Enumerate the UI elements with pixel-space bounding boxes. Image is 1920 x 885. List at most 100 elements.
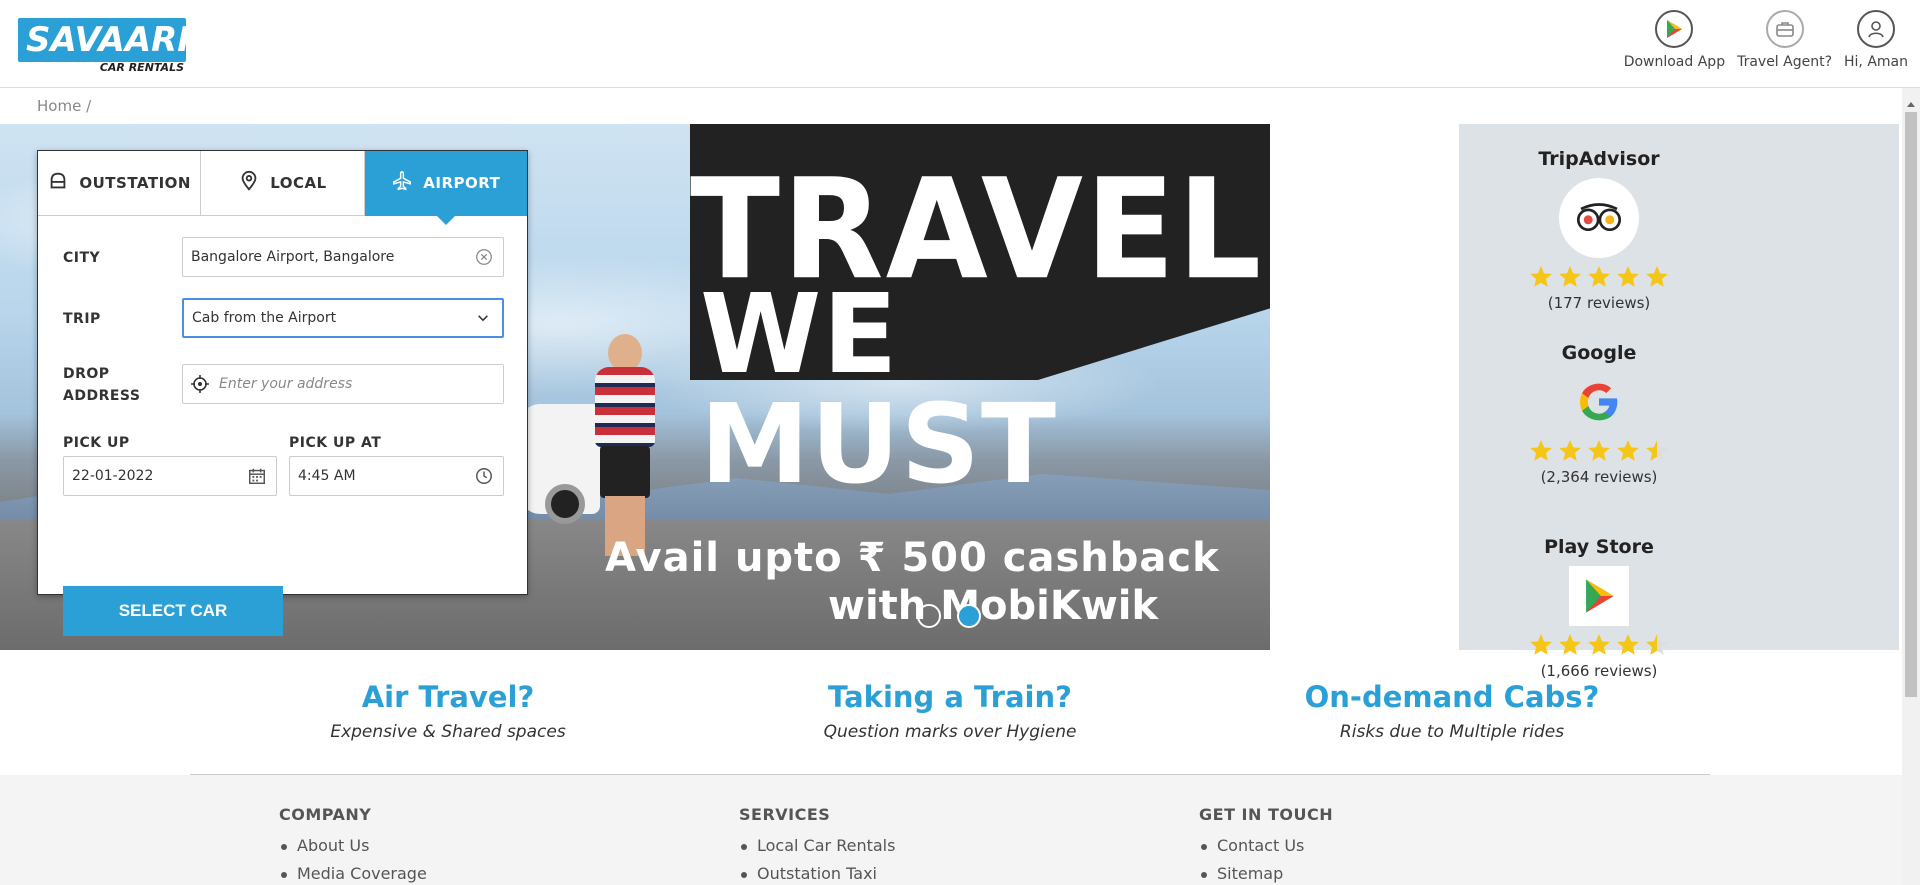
footer-list-company: About Us Media Coverage [279, 836, 427, 883]
footer-link-outstation[interactable]: Outstation Taxi [739, 864, 895, 883]
header-actions: Download App Travel Agent? Hi, Aman [1624, 10, 1908, 70]
banner-promo-line2: with MobiKwik [828, 583, 1159, 629]
footer-link-about[interactable]: About Us [279, 836, 427, 855]
clear-icon[interactable] [473, 246, 495, 268]
pickup-date-field[interactable]: 22-01-2022 [63, 456, 277, 496]
star-icon [1588, 440, 1610, 461]
footer-company: COMPANY About Us Media Coverage [279, 805, 427, 885]
banner-title-line2: WE MUST [700, 270, 1058, 508]
play-store-icon [1569, 566, 1629, 626]
site-footer: COMPANY About Us Media Coverage SERVICES… [0, 775, 1902, 885]
drop-label-line2: ADDRESS [63, 388, 141, 404]
city-label: CITY [63, 250, 101, 266]
star-rating-tripadvisor [1528, 264, 1670, 290]
breadcrumb[interactable]: Home / [37, 97, 91, 115]
tab-local[interactable]: LOCAL [201, 151, 365, 216]
feature-cabs: On-demand Cabs? Risks due to Multiple ri… [1242, 680, 1662, 742]
user-account-link[interactable]: Hi, Aman [1844, 10, 1908, 70]
feature-title-train: Taking a Train? [828, 680, 1072, 714]
trip-select[interactable]: Cab from the Airport [182, 298, 504, 338]
site-header: SAVAARI CAR RENTALS Download App Travel … [0, 0, 1920, 88]
feature-sub-cabs: Risks due to Multiple rides [1339, 722, 1565, 742]
footer-divider [190, 774, 1710, 775]
carousel-dot-2[interactable] [957, 604, 981, 628]
feature-title-air: Air Travel? [361, 680, 535, 714]
logo-wordmark: SAVAARI [18, 18, 190, 62]
download-app-label: Download App [1623, 54, 1726, 70]
star-icon [1617, 440, 1639, 461]
briefcase-icon [1765, 10, 1804, 48]
star-icon [1588, 634, 1610, 655]
calendar-icon [246, 465, 268, 487]
footer-link-media[interactable]: Media Coverage [279, 864, 427, 883]
tab-outstation-label: OUTSTATION [79, 174, 191, 192]
city-value: Bangalore Airport, Bangalore [191, 249, 395, 265]
tab-local-label: LOCAL [270, 174, 327, 192]
scroll-up-arrow-icon[interactable] [1907, 102, 1915, 107]
carousel-dot-1[interactable] [917, 604, 941, 628]
footer-list-contact: Contact Us Sitemap [1199, 836, 1333, 883]
select-car-button[interactable]: SELECT CAR [63, 586, 283, 636]
travel-agent-label: Travel Agent? [1737, 54, 1833, 70]
star-icon [1617, 266, 1639, 287]
tab-airport[interactable]: AIRPORT [364, 151, 527, 225]
star-icon [1588, 266, 1610, 287]
savaari-logo[interactable]: SAVAARI CAR RENTALS [18, 18, 190, 76]
city-field[interactable]: Bangalore Airport, Bangalore [182, 237, 504, 277]
pickup-time-label: PICK UP AT [289, 435, 382, 451]
star-icon [1530, 266, 1552, 287]
feature-sub-air: Expensive & Shared spaces [330, 722, 566, 742]
google-g-icon [1569, 372, 1629, 432]
crosshair-icon[interactable] [189, 373, 211, 395]
footer-link-local[interactable]: Local Car Rentals [739, 836, 895, 855]
feature-title-cabs: On-demand Cabs? [1304, 680, 1600, 714]
logo-subtitle: CAR RENTALS [99, 61, 184, 74]
review-source-tripadvisor: TripAdvisor [1538, 148, 1660, 170]
review-count-tripadvisor: (177 reviews) [1547, 294, 1651, 312]
pickup-time-field[interactable]: 4:45 AM [289, 456, 504, 496]
user-icon [1857, 10, 1895, 48]
star-rating-google [1528, 438, 1670, 464]
chevron-down-icon [472, 307, 494, 329]
half-star-icon [1646, 440, 1668, 461]
airplane-icon [391, 170, 413, 196]
footer-services: SERVICES Local Car Rentals Outstation Ta… [739, 805, 895, 885]
footer-contact: GET IN TOUCH Contact Us Sitemap [1199, 805, 1333, 885]
pickup-date-label: PICK UP [63, 435, 130, 451]
drop-address-field[interactable]: Enter your address [182, 364, 504, 404]
feature-sub-train: Question marks over Hygiene [823, 722, 1077, 742]
pickup-time-value: 4:45 AM [298, 468, 356, 484]
star-icon [1559, 634, 1581, 655]
star-icon [1559, 266, 1581, 287]
star-icon [1617, 634, 1639, 655]
feature-train: Taking a Train? Question marks over Hygi… [740, 680, 1160, 742]
star-icon [1646, 266, 1668, 287]
download-app-link[interactable]: Download App [1624, 10, 1725, 70]
page-scrollbar[interactable] [1902, 88, 1920, 885]
review-playstore: Play Store (1,666 reviews) [1459, 536, 1739, 680]
footer-link-sitemap[interactable]: Sitemap [1199, 864, 1333, 883]
star-rating-playstore [1528, 632, 1670, 658]
drop-address-placeholder: Enter your address [219, 376, 353, 392]
footer-list-services: Local Car Rentals Outstation Taxi [739, 836, 895, 883]
banner-person-shorts [600, 446, 650, 498]
review-google: Google (2,364 reviews) [1459, 342, 1739, 486]
review-source-playstore: Play Store [1544, 536, 1654, 558]
trip-value: Cab from the Airport [192, 310, 337, 326]
trip-label: TRIP [63, 311, 101, 327]
banner-car-wheel [545, 484, 585, 524]
review-count-playstore: (1,666 reviews) [1540, 662, 1658, 680]
footer-heading-services: SERVICES [739, 805, 831, 824]
tab-outstation[interactable]: OUTSTATION [38, 151, 202, 216]
banner-person-shirt [595, 367, 655, 447]
feature-air-travel: Air Travel? Expensive & Shared spaces [238, 680, 658, 742]
review-source-google: Google [1561, 342, 1637, 364]
tab-airport-label: AIRPORT [423, 174, 501, 192]
drop-label-line1: DROP [63, 366, 110, 382]
tripadvisor-owl-icon [1559, 178, 1639, 258]
booking-widget: OUTSTATION LOCAL AIRPORT CITY Bangalore … [37, 150, 528, 636]
travel-agent-link[interactable]: Travel Agent? [1737, 10, 1832, 70]
scroll-thumb[interactable] [1905, 112, 1917, 697]
car-front-icon [47, 170, 69, 196]
footer-link-contact[interactable]: Contact Us [1199, 836, 1333, 855]
